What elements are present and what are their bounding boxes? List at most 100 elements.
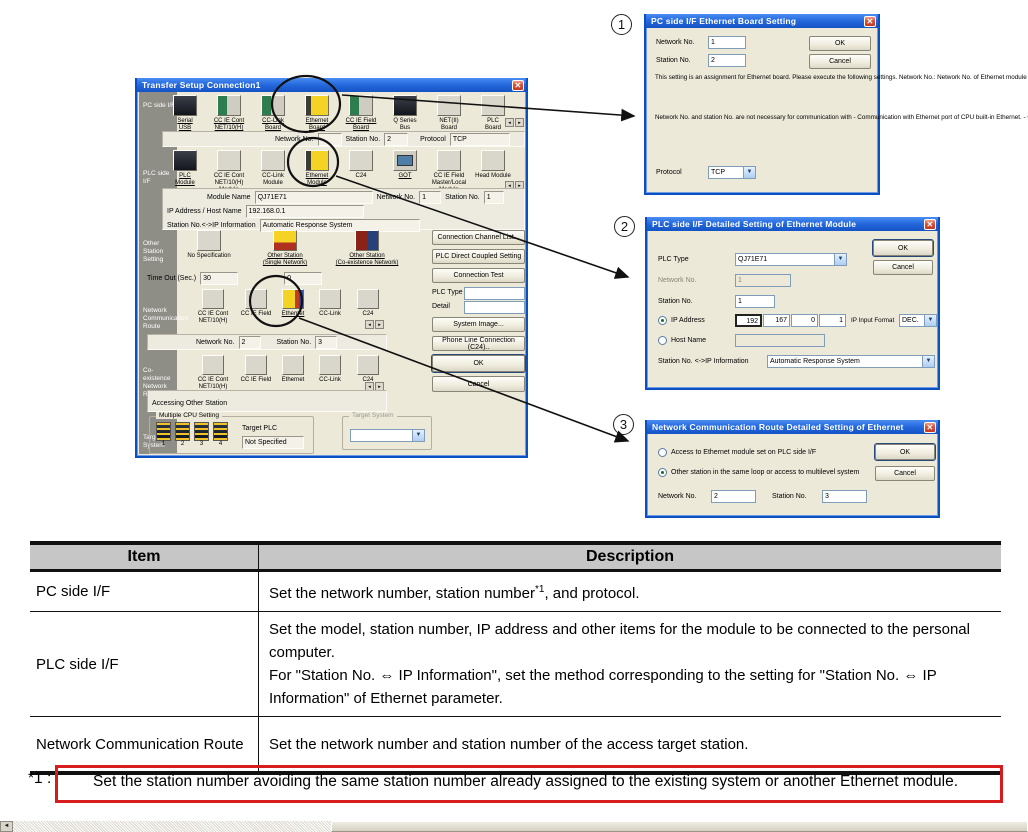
connection-test-button[interactable]: Connection Test [432, 268, 525, 283]
cc-link-board-icon[interactable] [261, 95, 285, 116]
ok-button[interactable]: OK [873, 240, 933, 256]
module-name-field[interactable]: QJ71E71 [255, 191, 373, 204]
target-system-dropdown[interactable]: ▼ [350, 429, 425, 442]
coex-c24-icon[interactable] [357, 355, 379, 375]
serial-usb-icon[interactable] [173, 95, 197, 116]
horizontal-scrollbar[interactable]: ◄ [0, 821, 1028, 832]
cpu2-icon[interactable] [175, 422, 190, 441]
pager-right-icon[interactable]: ▸ [515, 118, 524, 127]
route-cc-link-label[interactable]: CC-Link [319, 311, 341, 318]
dialog1-titlebar[interactable]: PC side I/F Ethernet Board Setting ✕ [646, 14, 878, 28]
cc-link-board-label[interactable]: CC-Link Board [262, 118, 284, 132]
ip-host-field[interactable]: 192.168.0.1 [246, 205, 364, 218]
cancel-button[interactable]: Cancel [809, 54, 871, 69]
coex-cc-ie-field-label[interactable]: CC IE Field [241, 377, 272, 384]
dialog2-titlebar[interactable]: PLC side I/F Detailed Setting of Etherne… [647, 217, 938, 231]
other-station-single-label[interactable]: Other Station (Single Network) [263, 253, 307, 267]
ip-octet-2[interactable]: 167 [763, 314, 790, 327]
cpu1-icon[interactable] [156, 422, 171, 441]
no-specification-label[interactable]: No Specification [187, 253, 230, 260]
route-cc-ie-cont-icon[interactable] [202, 289, 224, 309]
pc-network-no-field[interactable] [318, 133, 342, 146]
ip-address-radio[interactable] [658, 316, 667, 325]
head-module-label[interactable]: Head Module [475, 173, 511, 180]
other-station-single-icon[interactable] [273, 230, 297, 251]
c24-module-label[interactable]: C24 [355, 173, 366, 180]
other-station-coex-icon[interactable] [355, 230, 379, 251]
coex-cc-ie-field-icon[interactable] [245, 355, 267, 375]
coex-cc-link-label[interactable]: CC-Link [319, 377, 341, 384]
network-no-input[interactable]: 1 [708, 36, 746, 49]
coex-cc-link-icon[interactable] [319, 355, 341, 375]
pager-left-icon[interactable]: ◂ [365, 320, 374, 329]
head-module-icon[interactable] [481, 150, 505, 171]
q-series-bus-label[interactable]: Q Series Bus [393, 118, 416, 132]
cancel-button[interactable]: Cancel [873, 260, 933, 275]
cc-link-module-label[interactable]: CC-Link Module [262, 173, 284, 187]
station-no-input[interactable]: 2 [708, 54, 746, 67]
plc-direct-coupled-button[interactable]: PLC Direct Coupled Setting [432, 249, 525, 264]
net-route-pager[interactable]: ◂▸ [365, 320, 384, 329]
ip-address-radio-row[interactable]: IP Address [658, 316, 705, 325]
route-ethernet-icon[interactable] [282, 289, 304, 309]
ethernet-module-icon[interactable] [305, 150, 329, 171]
cc-link-module-icon[interactable] [261, 150, 285, 171]
no-specification-icon[interactable] [197, 230, 221, 251]
host-name-radio-row[interactable]: Host Name [658, 336, 706, 345]
close-icon[interactable]: ✕ [512, 80, 524, 91]
ip-octet-4[interactable]: 1 [819, 314, 846, 327]
scrollbar-track[interactable] [13, 821, 331, 832]
pager-left-icon[interactable]: ◂ [505, 118, 514, 127]
timeout-field[interactable]: 30 [200, 272, 238, 285]
other-station-radio[interactable] [658, 468, 667, 477]
cc-ie-cont-module-icon[interactable] [217, 150, 241, 171]
route-cc-ie-field-icon[interactable] [245, 289, 267, 309]
coex-cc-ie-cont-icon[interactable] [202, 355, 224, 375]
host-name-radio[interactable] [658, 336, 667, 345]
access-module-radio-row[interactable]: Access to Ethernet module set on PLC sid… [658, 448, 816, 457]
route-station-no-field[interactable]: 3 [315, 336, 337, 349]
route-ethernet-label[interactable]: Ethernet [282, 311, 305, 318]
transfer-setup-titlebar[interactable]: Transfer Setup Connection1 ✕ [137, 78, 526, 92]
cpu3-icon[interactable] [194, 422, 209, 441]
other-station-coex-label[interactable]: Other Station (Co-existence Network) [336, 253, 399, 267]
cancel-button[interactable]: Cancel [875, 466, 935, 481]
plc-board-label[interactable]: PLC Board [485, 118, 501, 132]
cc-ie-field-master-icon[interactable] [437, 150, 461, 171]
route-cc-ie-cont-label[interactable]: CC IE Cont NET/10(H) [198, 311, 228, 325]
connection-channel-list-button[interactable]: Connection Channel List... [432, 230, 525, 245]
cc-ie-field-board-icon[interactable] [349, 95, 373, 116]
close-icon[interactable]: ✕ [924, 219, 936, 230]
route-c24-label[interactable]: C24 [362, 311, 373, 318]
coex-ethernet-icon[interactable] [282, 355, 304, 375]
stno-ip-info-dropdown[interactable]: Automatic Response System▼ [767, 355, 935, 368]
close-icon[interactable]: ✕ [924, 422, 936, 433]
coex-cc-ie-cont-label[interactable]: CC IE Cont NET/10(H) [198, 377, 228, 391]
retry-field[interactable]: 0 [284, 272, 322, 285]
phone-line-connection-button[interactable]: Phone Line Connection (C24).. [432, 336, 525, 351]
pc-station-no-field[interactable]: 2 [384, 133, 408, 146]
scrollbar-thumb[interactable] [331, 821, 1028, 832]
got-label[interactable]: GOT [399, 173, 412, 180]
ok-button[interactable]: OK [432, 355, 525, 372]
netii-board-label[interactable]: NET(II) Board [439, 118, 458, 132]
ethernet-module-label[interactable]: Ethernet Module [306, 173, 329, 187]
ip-octet-1[interactable]: 192 [735, 314, 762, 327]
plc-type-dropdown[interactable]: QJ71E71▼ [735, 253, 847, 266]
ok-button[interactable]: OK [875, 444, 935, 460]
pc-protocol-field[interactable]: TCP [450, 133, 510, 146]
plc-module-icon[interactable] [173, 150, 197, 171]
plc-station-no-field[interactable]: 1 [484, 191, 504, 204]
ethernet-board-icon[interactable] [305, 95, 329, 116]
cc-ie-field-board-label[interactable]: CC IE Field Board [346, 118, 377, 132]
got-icon[interactable] [393, 150, 417, 171]
access-module-radio[interactable] [658, 448, 667, 457]
system-image-button[interactable]: System Image... [432, 317, 525, 332]
plc-module-label[interactable]: PLC Module [175, 173, 195, 187]
pc-row-pager[interactable]: ◂▸ [505, 118, 524, 127]
ok-button[interactable]: OK [809, 36, 871, 51]
route-c24-icon[interactable] [357, 289, 379, 309]
plc-board-icon[interactable] [481, 95, 505, 116]
protocol-dropdown[interactable]: TCP▼ [708, 166, 756, 179]
route-network-no-field[interactable]: 2 [239, 336, 261, 349]
